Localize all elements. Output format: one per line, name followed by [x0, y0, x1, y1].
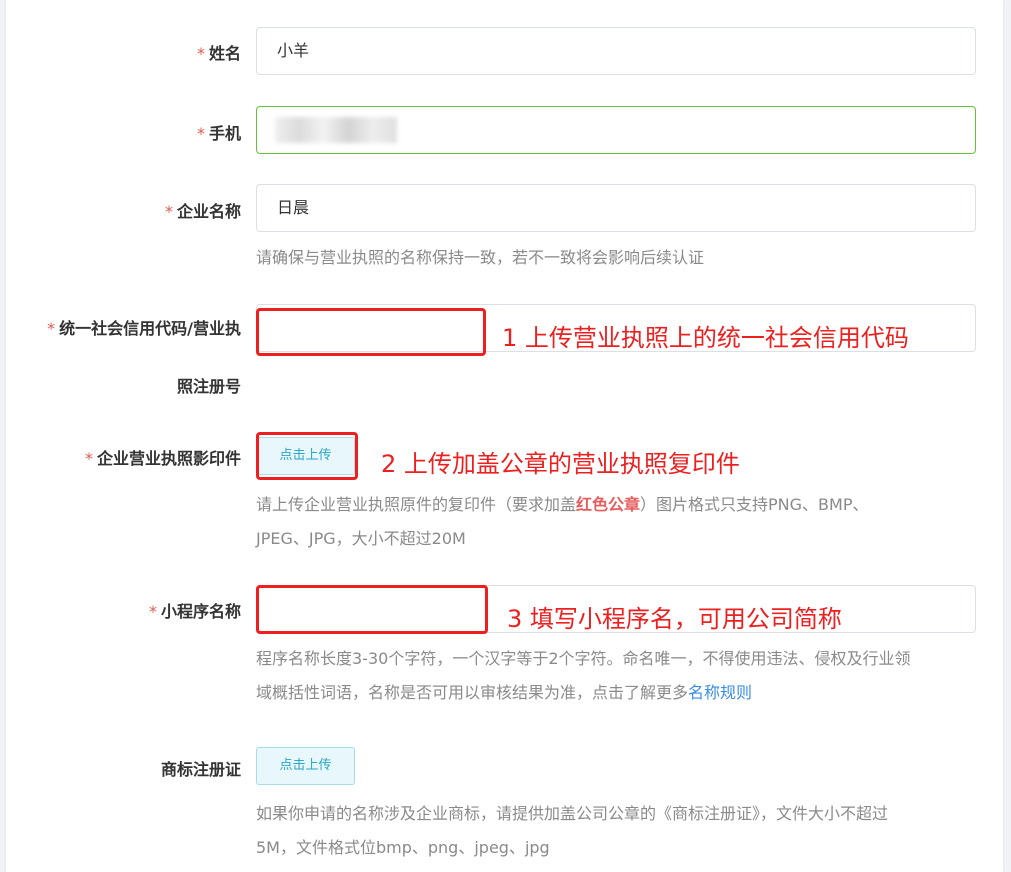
trademark-label: 商标注册证 — [160, 760, 241, 779]
annotation-3: 3 填写小程序名，可用公司简称 — [507, 605, 842, 633]
credit-code-label: * 统一社会信用代码/营业执 照注册号 — [47, 319, 241, 396]
required-mark: * — [196, 44, 205, 63]
license-copy-hint: 请上传企业营业执照原件的复印件（要求加盖红色公章）图片格式只支持PNG、BMP、… — [256, 495, 869, 548]
required-mark: * — [148, 602, 157, 621]
trademark-hint: 如果你申请的名称涉及企业商标，请提供加盖公司公章的《商标注册证》，文件大小不超过… — [256, 804, 889, 857]
required-mark: * — [47, 319, 56, 338]
hint-emphasis: 红色公章 — [576, 495, 641, 514]
phone-input[interactable] — [256, 106, 976, 154]
company-hint: 请确保与营业执照的名称保持一致，若不一致将会影响后续认证 — [256, 248, 705, 267]
required-mark: * — [196, 124, 205, 143]
required-mark: * — [164, 202, 173, 221]
annotation-box-license-upload — [256, 432, 358, 480]
trademark-upload-button[interactable]: 点击上传 — [256, 747, 355, 785]
name-input[interactable]: 小羊 — [256, 27, 976, 75]
mini-program-label: * 小程序名称 — [148, 602, 241, 621]
phone-label: * 手机 — [196, 124, 241, 143]
annotation-box-credit-code — [256, 308, 486, 356]
company-input[interactable]: 日晨 — [256, 184, 976, 232]
annotation-2: 2 上传加盖公章的营业执照复印件 — [381, 450, 740, 478]
annotation-box-mini-program — [256, 585, 488, 634]
company-label: * 企业名称 — [164, 202, 241, 221]
name-label: * 姓名 — [196, 44, 241, 63]
annotation-1: 1 上传营业执照上的统一社会信用代码 — [502, 324, 909, 352]
mini-program-hint: 程序名称长度3-30个字符，一个汉字等于2个字符。命名唯一，不得使用违法、侵权及… — [256, 649, 911, 702]
blurred-phone-value — [275, 117, 397, 143]
name-rules-link[interactable]: 名称规则 — [688, 683, 752, 702]
license-copy-label: * 企业营业执照影印件 — [84, 449, 241, 468]
required-mark: * — [84, 449, 93, 468]
